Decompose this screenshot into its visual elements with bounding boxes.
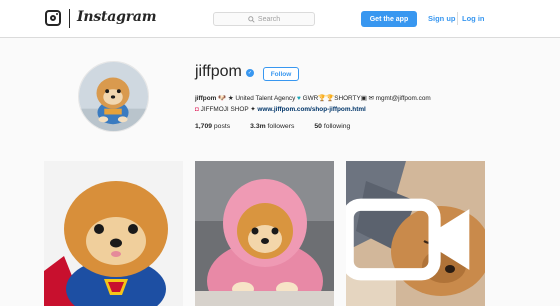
profile-username: jiffpom [195,63,242,80]
dog-emoji-icon: 🐶 [218,95,227,102]
followers-stat[interactable]: 3.3m followers [250,123,294,130]
get-the-app-button[interactable]: Get the app [361,11,417,27]
following-stat[interactable]: 50 following [314,123,350,130]
search-input[interactable]: Search [213,12,315,26]
log-in-link[interactable]: Log in [462,14,485,23]
follow-button[interactable]: Follow [263,67,299,81]
red-square-emoji-icon: ◘ [195,105,199,113]
search-icon [248,15,255,23]
post-thumbnail[interactable] [346,161,485,306]
search-placeholder: Search [257,15,281,23]
instagram-camera-icon[interactable] [45,10,61,26]
nav-separator [457,12,458,25]
top-nav-bar: Instagram Search Get the app Sign up Log… [0,0,560,38]
award-emoji-icon: ▣ [360,95,367,102]
post-thumbnail[interactable] [44,161,183,306]
heart-emoji-icon: ♥ [297,95,301,102]
avatar-image [79,62,148,131]
post-image-hoodie-dog [195,161,334,306]
bio-shop: JIFFMOJI SHOP ✦ [200,105,256,113]
bio-line-2: ◘ JIFFMOJI SHOP ✦ www.jiffpom.com/shop-j… [195,105,525,116]
video-camera-icon [346,198,470,281]
profile-bio: jiffpom 🐶 ★ United Talent Agency ♥ GWR🏆🏆… [195,94,525,115]
sign-up-link[interactable]: Sign up [428,14,456,23]
bio-shorty: SHORTY [334,95,361,102]
posts-stat: 1,709 posts [195,123,231,130]
post-thumbnail[interactable] [195,161,334,306]
profile-avatar[interactable] [78,61,149,132]
bio-handle: jiffpom [195,95,217,102]
bio-website-link[interactable]: www.jiffpom.com/shop-jiffpom.html [257,106,365,113]
trophy-emoji-icon-2: 🏆 [326,95,335,102]
envelope-emoji-icon: ✉ [368,95,374,102]
bio-email: mgmt@jiffpom.com [375,95,431,102]
bio-agency: ★ United Talent Agency [226,95,298,102]
logo-divider [69,9,70,28]
bio-gwr: GWR [302,95,319,102]
instagram-wordmark[interactable]: Instagram [77,9,157,25]
profile-stats: 1,709 posts 3.3m followers 50 following [195,123,350,130]
bio-line-1: jiffpom 🐶 ★ United Talent Agency ♥ GWR🏆🏆… [195,94,525,105]
post-image-superman-dog [44,161,183,306]
verified-badge-icon: ✓ [246,69,254,77]
